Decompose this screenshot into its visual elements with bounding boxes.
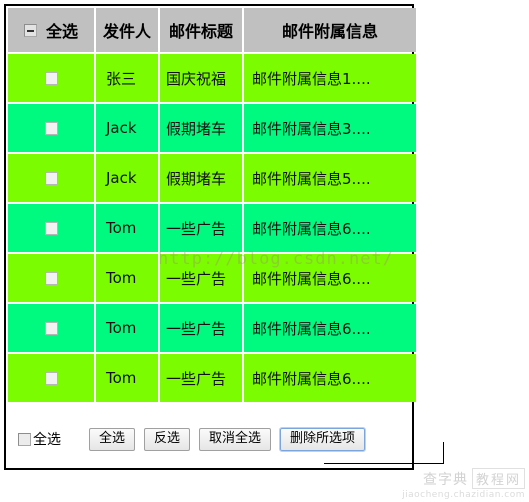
row-checkbox-cell <box>8 304 94 352</box>
row-checkbox-cell <box>8 54 94 102</box>
delete-selected-button[interactable]: 删除所选项 <box>279 426 367 452</box>
corner-rule-horizontal <box>324 463 444 464</box>
row-subject: 国庆祝福 <box>160 54 242 102</box>
row-subject: 假期堵车 <box>160 104 242 152</box>
row-attachment-info: 邮件附属信息1.... <box>244 54 416 102</box>
row-checkbox[interactable] <box>44 372 58 385</box>
row-subject: 假期堵车 <box>160 154 242 202</box>
column-header-select-all-label: 全选 <box>45 22 78 41</box>
mail-list-panel: 全选 发件人 邮件标题 邮件附属信息 张三 国庆祝福 邮件附属信息1.... Jack… <box>4 4 416 470</box>
row-subject: 一些广告 <box>160 354 242 402</box>
table-row: 张三 国庆祝福 邮件附属信息1.... <box>8 54 416 102</box>
row-subject: 一些广告 <box>160 204 242 252</box>
select-all-button[interactable]: 全选 <box>89 427 136 451</box>
column-header-subject: 邮件标题 <box>160 8 242 52</box>
table-row: Tom 一些广告 邮件附属信息6.... <box>8 204 416 252</box>
column-header-attachment-info: 邮件附属信息 <box>244 8 416 52</box>
mail-table: 全选 发件人 邮件标题 邮件附属信息 张三 国庆祝福 邮件附属信息1.... Jack… <box>6 6 418 404</box>
row-sender: Jack <box>96 104 158 152</box>
watermark-brand-url: jiaocheng.chazidian.com <box>402 490 525 500</box>
select-all-header-checkbox[interactable] <box>23 23 37 37</box>
watermark-brand: 查字典 教程网 jiaocheng.chazidian.com <box>402 468 525 500</box>
row-attachment-info: 邮件附属信息3.... <box>244 104 416 152</box>
row-checkbox-cell <box>8 154 94 202</box>
row-checkbox[interactable] <box>44 322 58 335</box>
footer-select-all-label: 全选 <box>33 432 61 448</box>
table-row: Jack 假期堵车 邮件附属信息5.... <box>8 154 416 202</box>
row-attachment-info: 邮件附属信息5.... <box>244 154 416 202</box>
row-attachment-info: 邮件附属信息6.... <box>244 204 416 252</box>
row-checkbox[interactable] <box>44 272 58 285</box>
footer-select-all-group: 全选 <box>18 429 61 449</box>
table-row: Tom 一些广告 邮件附属信息6.... <box>8 354 416 402</box>
row-sender: Tom <box>96 304 158 352</box>
deselect-all-button[interactable]: 取消全选 <box>199 427 272 451</box>
invert-selection-button[interactable]: 反选 <box>144 427 191 451</box>
watermark-brand-name: 查字典 <box>422 471 468 488</box>
footer-select-all-checkbox[interactable] <box>18 432 31 446</box>
table-row: Tom 一些广告 邮件附属信息6.... <box>8 304 416 352</box>
row-attachment-info: 邮件附属信息6.... <box>244 254 416 302</box>
row-sender: Jack <box>96 154 158 202</box>
row-attachment-info: 邮件附属信息6.... <box>244 354 416 402</box>
row-sender: 张三 <box>96 54 158 102</box>
watermark-brand-suffix: 教程网 <box>471 468 525 489</box>
column-header-sender: 发件人 <box>96 8 158 52</box>
row-checkbox[interactable] <box>44 222 58 235</box>
row-checkbox-cell <box>8 254 94 302</box>
row-checkbox[interactable] <box>44 72 58 85</box>
footer-toolbar: 全选 全选 反选 取消全选 删除所选项 <box>6 410 412 468</box>
row-sender: Tom <box>96 204 158 252</box>
corner-rule-vertical <box>443 442 444 464</box>
column-header-select-all: 全选 <box>8 8 94 52</box>
row-checkbox[interactable] <box>44 122 58 135</box>
table-body: 张三 国庆祝福 邮件附属信息1.... Jack 假期堵车 邮件附属信息3.... Jack… <box>8 54 416 402</box>
row-checkbox-cell <box>8 354 94 402</box>
row-checkbox-cell <box>8 104 94 152</box>
row-sender: Tom <box>96 354 158 402</box>
row-checkbox[interactable] <box>44 172 58 185</box>
table-row: Tom 一些广告 邮件附属信息6.... <box>8 254 416 302</box>
table-header: 全选 发件人 邮件标题 邮件附属信息 <box>8 8 416 52</box>
table-header-row: 全选 发件人 邮件标题 邮件附属信息 <box>8 8 416 52</box>
row-subject: 一些广告 <box>160 304 242 352</box>
row-checkbox-cell <box>8 204 94 252</box>
row-attachment-info: 邮件附属信息6.... <box>244 304 416 352</box>
row-sender: Tom <box>96 254 158 302</box>
table-row: Jack 假期堵车 邮件附属信息3.... <box>8 104 416 152</box>
row-subject: 一些广告 <box>160 254 242 302</box>
